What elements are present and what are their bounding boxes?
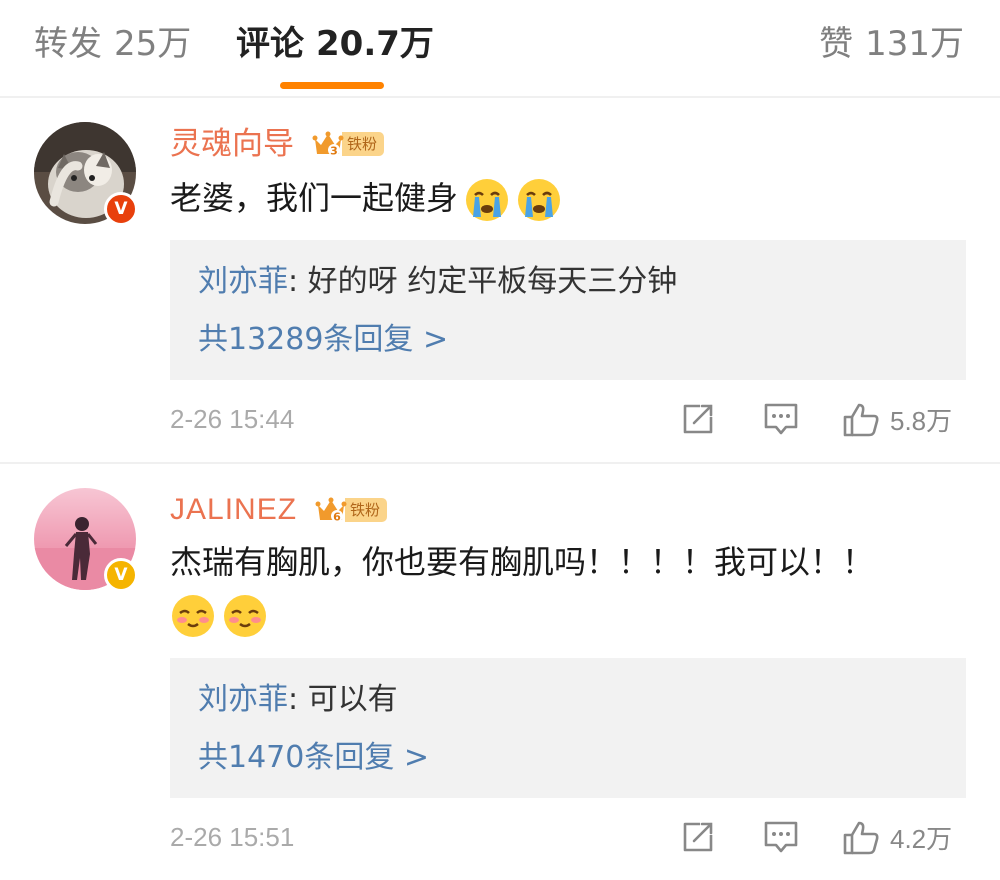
fan-label: 铁粉 xyxy=(345,498,388,522)
crown-icon: 6 xyxy=(315,497,347,524)
reply-line: 刘亦菲: 可以有 xyxy=(198,680,398,720)
reply-preview-box[interactable]: 刘亦菲: 好的呀 约定平板每天三分钟 共13289条回复 > xyxy=(170,240,966,380)
reply-text: 可以有 xyxy=(307,682,398,717)
tab-like-count: 131万 xyxy=(865,24,964,64)
comment-text: 老婆，我们一起健身 xyxy=(170,172,562,224)
share-icon xyxy=(683,404,713,434)
comment-text-content: 老婆，我们一起健身 xyxy=(170,179,459,217)
like-count: 4.2万 xyxy=(890,824,953,854)
reply-colon: : xyxy=(288,264,308,299)
shy-smile-emoji-icon xyxy=(172,595,214,637)
emoji-line xyxy=(170,588,874,640)
tab-comment[interactable]: 评论 20.7万 xyxy=(236,22,434,66)
tab-repost[interactable]: 转发 25万 xyxy=(34,22,191,66)
active-tab-indicator xyxy=(280,82,384,89)
crown-icon: 3 xyxy=(312,131,344,158)
tab-comment-label: 评论 xyxy=(236,24,304,64)
like-button[interactable]: 5.8万 xyxy=(842,401,952,438)
like-count: 5.8万 xyxy=(890,406,953,436)
username[interactable]: 灵魂向导 xyxy=(170,124,294,164)
username[interactable]: JALINEZ xyxy=(170,490,297,530)
comment-tab-bar: 转发 25万 评论 20.7万 赞 131万 xyxy=(0,0,1000,96)
reply-button[interactable] xyxy=(762,401,800,441)
comment-icon xyxy=(764,821,798,853)
reply-colon: : xyxy=(288,682,308,717)
reply-preview-box[interactable]: 刘亦菲: 可以有 共1470条回复 > xyxy=(170,658,966,798)
fan-label: 铁粉 xyxy=(342,132,385,156)
fan-level: 3 xyxy=(330,145,338,158)
verified-v-badge: V xyxy=(104,192,138,226)
comment-item: V 灵魂向导 3 铁粉 老婆，我们一起健身 刘亦菲: 好的呀 约定平板每天三分钟… xyxy=(0,98,1000,462)
tab-repost-count: 25万 xyxy=(114,24,192,64)
share-button[interactable] xyxy=(680,819,716,859)
share-button[interactable] xyxy=(680,401,716,441)
verified-v-badge: V xyxy=(104,558,138,592)
reply-button[interactable] xyxy=(762,819,800,859)
fan-badge: 6 铁粉 xyxy=(315,496,388,524)
comment-item: V JALINEZ 6 铁粉 杰瑞有胸肌，你也要有胸肌吗！！！！我可以！！ 刘亦… xyxy=(0,464,1000,880)
reply-author[interactable]: 刘亦菲 xyxy=(198,682,288,717)
comment-text: 杰瑞有胸肌，你也要有胸肌吗！！！！我可以！！ xyxy=(170,536,874,640)
reply-text: 好的呀 约定平板每天三分钟 xyxy=(307,264,678,299)
comment-timestamp: 2-26 15:51 xyxy=(170,822,295,852)
tab-repost-label: 转发 xyxy=(34,24,102,64)
view-replies-link[interactable]: 共1470条回复 > xyxy=(198,738,429,778)
crying-emoji-icon xyxy=(518,179,561,221)
comment-icon xyxy=(764,403,798,435)
comment-text-content: 杰瑞有胸肌，你也要有胸肌吗！！！！我可以！！ xyxy=(170,543,875,581)
tab-like[interactable]: 赞 131万 xyxy=(819,22,964,66)
view-replies-link[interactable]: 共13289条回复 > xyxy=(198,320,448,360)
thumbs-up-icon xyxy=(843,403,879,436)
tab-like-label: 赞 xyxy=(819,24,854,64)
thumbs-up-icon xyxy=(843,821,879,854)
fan-badge: 3 铁粉 xyxy=(312,130,385,158)
tab-comment-count: 20.7万 xyxy=(316,24,434,64)
shy-smile-emoji-icon xyxy=(224,595,266,637)
reply-author[interactable]: 刘亦菲 xyxy=(198,264,288,299)
reply-line: 刘亦菲: 好的呀 约定平板每天三分钟 xyxy=(198,262,677,302)
share-icon xyxy=(683,822,713,852)
comment-timestamp: 2-26 15:44 xyxy=(170,404,295,434)
fan-level: 6 xyxy=(333,511,341,524)
crying-emoji-icon xyxy=(466,179,509,221)
like-button[interactable]: 4.2万 xyxy=(842,819,952,856)
